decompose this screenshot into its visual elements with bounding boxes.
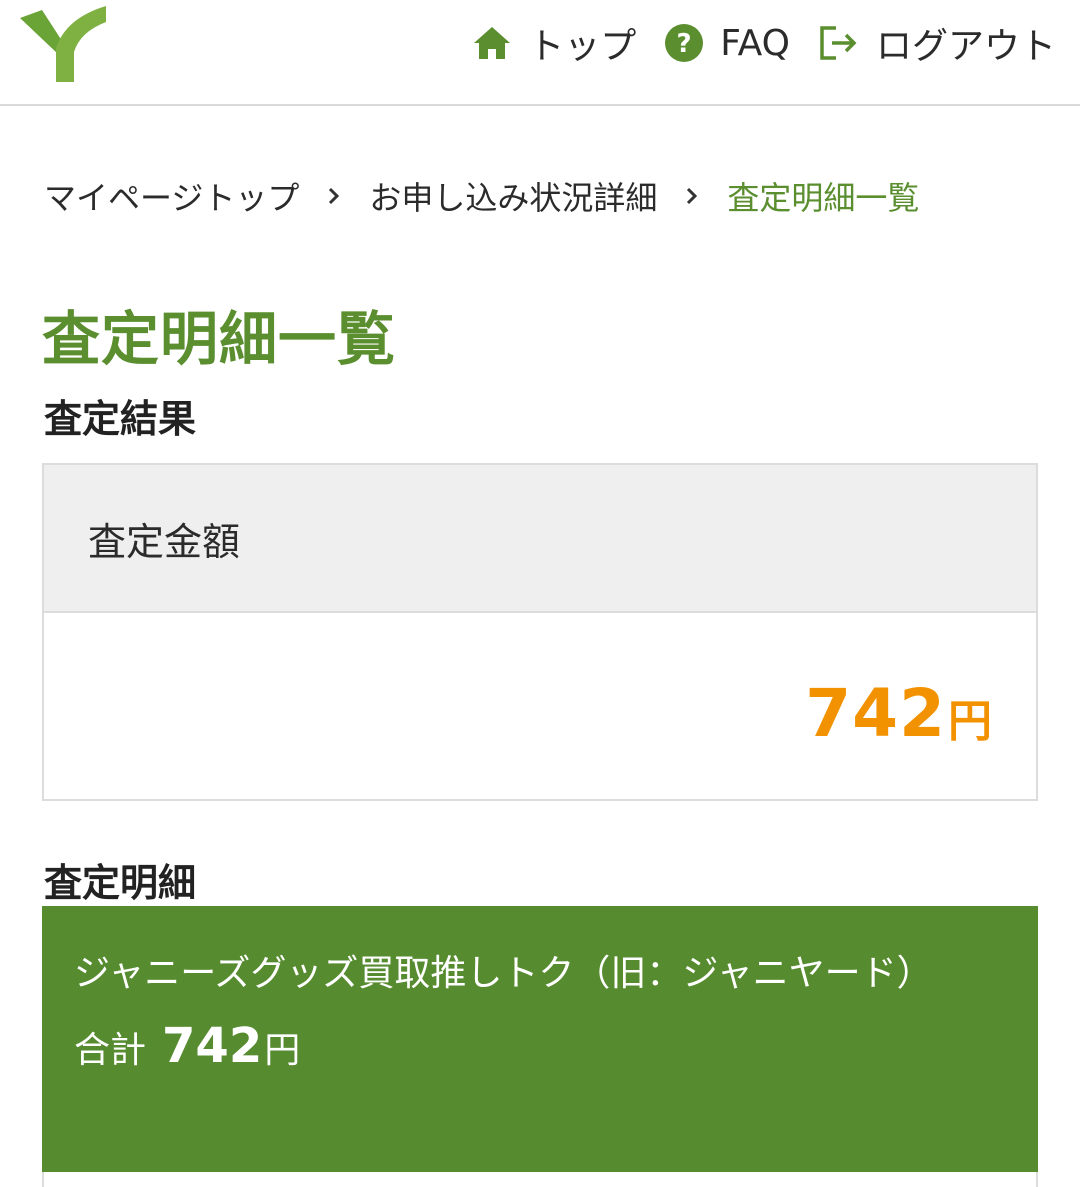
header-nav: トップ ? FAQ ログアウト (444, 18, 1056, 68)
breadcrumb-item-current: 査定明細一覧 (727, 179, 920, 217)
detail-total-label: 合計 (74, 1030, 147, 1071)
chevron-right-icon (681, 185, 703, 207)
nav-faq-link[interactable]: ? FAQ (664, 23, 790, 64)
nav-logout-label: ログアウト (875, 26, 1056, 67)
result-amount-unit: 円 (948, 696, 992, 747)
detail-total-value: 742 (162, 1018, 263, 1074)
result-box: 査定金額 742 円 (42, 463, 1038, 801)
logout-icon (820, 26, 857, 60)
result-body: 742 円 (44, 613, 1036, 799)
result-amount-value: 742 (805, 675, 946, 752)
nav-logout-link[interactable]: ログアウト (818, 17, 1056, 69)
nav-top-link[interactable]: トップ (472, 17, 636, 69)
page-title: 査定明細一覧 (42, 305, 397, 373)
detail-total: 合計 742 円 (74, 1018, 1008, 1074)
result-section-title: 査定結果 (44, 397, 197, 441)
svg-text:?: ? (677, 29, 692, 59)
nav-top-label: トップ (528, 26, 637, 67)
result-amount: 742 円 (805, 675, 992, 752)
detail-service-name: ジャニーズグッズ買取推しトク（旧：ジャニヤード） (74, 953, 933, 994)
header: トップ ? FAQ ログアウト (0, 0, 1080, 106)
chevron-right-icon (323, 185, 345, 207)
detail-card[interactable]: ジャニーズグッズ買取推しトク（旧：ジャニヤード） 合計 742 円 (42, 906, 1038, 1172)
brand-logo[interactable] (18, 4, 108, 84)
nav-faq-label: FAQ (720, 22, 790, 64)
breadcrumb-item-application-status[interactable]: お申し込み状況詳細 (369, 173, 657, 219)
result-label: 査定金額 (44, 465, 1036, 613)
detail-card-body (42, 1172, 1038, 1187)
details-section-title: 査定明細 (44, 861, 197, 905)
detail-total-unit: 円 (264, 1030, 301, 1071)
breadcrumb: マイページトップ お申し込み状況詳細 査定明細一覧 (44, 168, 919, 224)
home-icon (474, 27, 511, 59)
question-circle-icon: ? (665, 24, 704, 62)
breadcrumb-item-mypage-top[interactable]: マイページトップ (44, 173, 299, 219)
